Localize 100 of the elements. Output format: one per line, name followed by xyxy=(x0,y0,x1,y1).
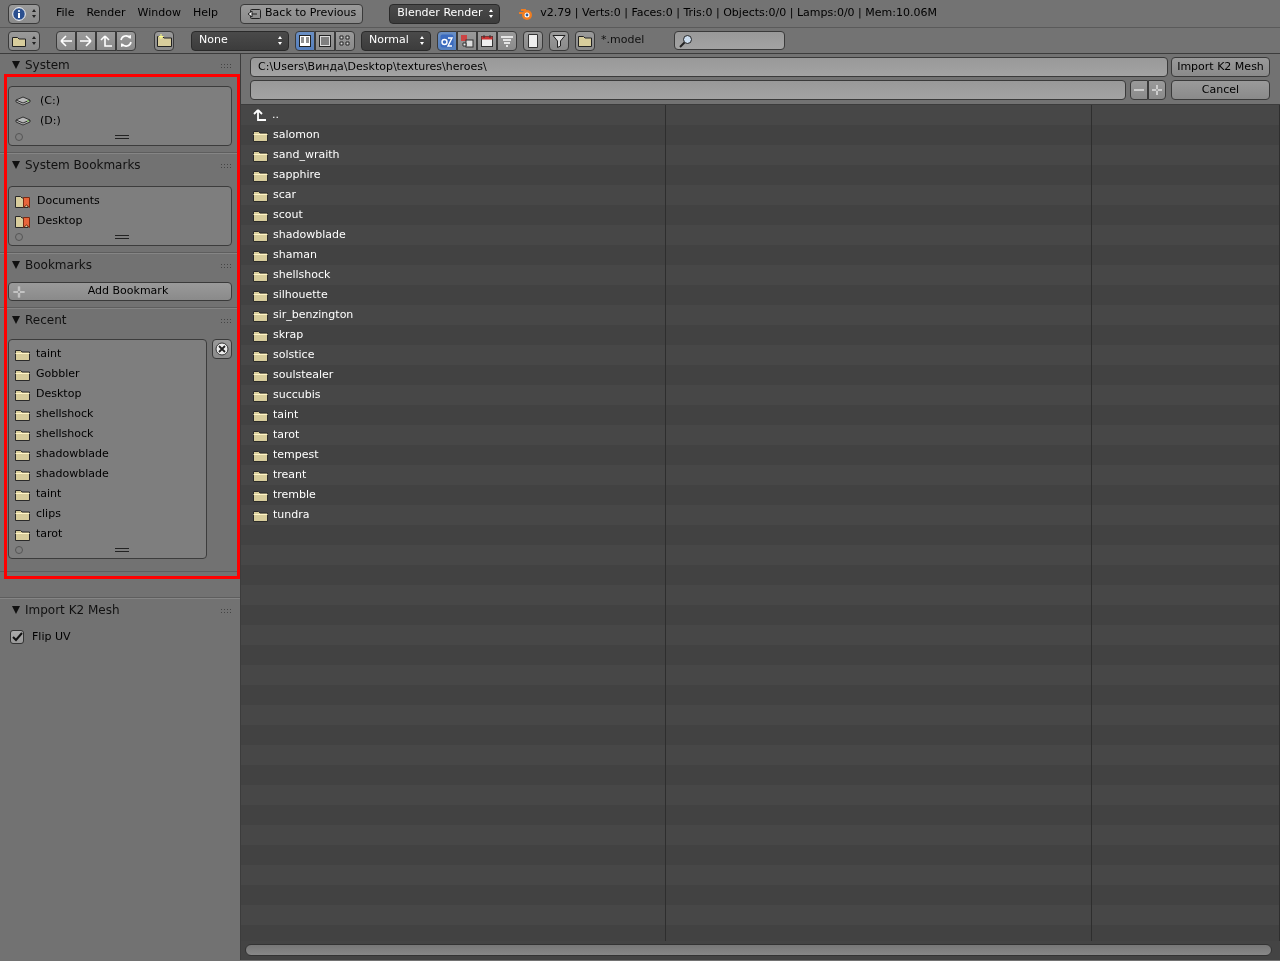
menu-item[interactable]: File xyxy=(50,5,81,22)
item-label: scout xyxy=(273,206,303,223)
panel-title: Bookmarks xyxy=(25,257,93,274)
folder-menu-button[interactable] xyxy=(8,30,40,51)
list-item[interactable]: (D:) xyxy=(15,111,225,131)
sort-mode-button[interactable] xyxy=(437,30,457,51)
folder-icon xyxy=(15,527,30,541)
list-item[interactable]: taint xyxy=(15,344,200,364)
filename-field[interactable] xyxy=(250,80,1126,100)
sort-mode-button[interactable] xyxy=(477,30,497,51)
disclosure-triangle-icon[interactable] xyxy=(12,316,20,324)
filter-folder-button[interactable] xyxy=(575,30,595,51)
directory-path-field[interactable]: C:\Users\Винда\Desktop\textures\heroes\ xyxy=(250,57,1169,77)
file-row[interactable]: scout xyxy=(241,205,665,225)
add-bookmark-button[interactable]: Add Bookmark xyxy=(8,282,232,301)
increment-button[interactable] xyxy=(1148,80,1167,100)
resize-handle-icon[interactable] xyxy=(115,135,129,139)
file-row[interactable]: succubis xyxy=(241,385,665,405)
import-button[interactable]: Import K2 Mesh xyxy=(1171,57,1270,77)
refresh-button[interactable] xyxy=(116,30,136,51)
file-row[interactable]: tundra xyxy=(241,505,665,525)
list-item[interactable]: shadowblade xyxy=(15,444,200,464)
blender-logo-icon xyxy=(518,6,535,21)
list-item[interactable]: clips xyxy=(15,504,200,524)
display-mode-button[interactable] xyxy=(295,30,315,51)
list-item[interactable]: Desktop xyxy=(15,384,200,404)
file-row[interactable]: taint xyxy=(241,405,665,425)
hide-dot-files-button[interactable] xyxy=(523,30,543,51)
resize-handle-icon[interactable] xyxy=(115,235,129,239)
calendar-icon xyxy=(480,33,494,48)
back-button[interactable] xyxy=(56,30,76,51)
horizontal-scrollbar[interactable] xyxy=(245,944,1272,956)
new-folder-button[interactable] xyxy=(154,30,174,51)
list-item[interactable]: taint xyxy=(15,484,200,504)
checkbox-option[interactable]: Flip UV xyxy=(10,627,230,647)
search-field[interactable] xyxy=(674,31,786,50)
file-row[interactable]: tarot xyxy=(241,425,665,445)
file-row[interactable]: soulstealer xyxy=(241,365,665,385)
file-row[interactable]: shaman xyxy=(241,245,665,265)
list-item[interactable]: (C:) xyxy=(15,91,225,111)
file-row[interactable]: silhouette xyxy=(241,285,665,305)
checkbox[interactable] xyxy=(10,630,24,644)
decrement-button[interactable] xyxy=(1130,80,1149,100)
grid-icon xyxy=(338,33,352,48)
file-row[interactable]: .. xyxy=(241,105,665,125)
file-row[interactable]: tempest xyxy=(241,445,665,465)
disclosure-triangle-icon[interactable] xyxy=(12,161,20,169)
file-row[interactable]: skrap xyxy=(241,325,665,345)
file-row[interactable]: sand_wraith xyxy=(241,145,665,165)
item-label: treant xyxy=(273,466,307,483)
filter-button[interactable] xyxy=(549,30,569,51)
menu-item[interactable]: Window xyxy=(131,5,187,22)
item-label: shaman xyxy=(273,246,317,263)
right-arrow-icon xyxy=(79,33,93,48)
panel-header[interactable]: System Bookmarks xyxy=(0,154,240,176)
file-row[interactable]: solstice xyxy=(241,345,665,365)
file-row[interactable]: scar xyxy=(241,185,665,205)
cancel-button[interactable]: Cancel xyxy=(1171,80,1270,100)
list-item[interactable]: Gobbler xyxy=(15,364,200,384)
list-item[interactable]: shellshock xyxy=(15,424,200,444)
sort-mode-button[interactable] xyxy=(457,30,477,51)
display-mode-button[interactable] xyxy=(315,30,335,51)
clear-recent-button[interactable] xyxy=(212,339,232,359)
list-item[interactable]: shadowblade xyxy=(15,464,200,484)
disclosure-triangle-icon[interactable] xyxy=(12,261,20,269)
parent-directory-button[interactable] xyxy=(96,30,116,51)
list-item[interactable]: Documents xyxy=(15,191,225,211)
file-row[interactable]: tremble xyxy=(241,485,665,505)
panel-header[interactable]: Bookmarks xyxy=(0,254,240,276)
editor-type-button[interactable] xyxy=(8,3,40,24)
panel-header[interactable]: Import K2 Mesh xyxy=(0,599,240,621)
recursion-dropdown[interactable]: None xyxy=(191,30,289,51)
panel-header[interactable]: Recent xyxy=(0,309,240,331)
file-row[interactable]: shellshock xyxy=(241,265,665,285)
file-row[interactable]: shadowblade xyxy=(241,225,665,245)
file-row[interactable]: treant xyxy=(241,465,665,485)
file-row[interactable]: sapphire xyxy=(241,165,665,185)
back-to-previous-button[interactable]: Back to Previous xyxy=(240,3,364,24)
display-size-dropdown[interactable]: Normal xyxy=(361,30,431,51)
item-label: (D:) xyxy=(40,112,61,129)
list-item[interactable]: shellshock xyxy=(15,404,200,424)
file-row[interactable]: salomon xyxy=(241,125,665,145)
render-engine-dropdown[interactable]: Blender Render xyxy=(389,3,501,24)
menu-item[interactable]: Render xyxy=(80,5,132,22)
panel-header[interactable]: System xyxy=(0,54,240,76)
file-row[interactable]: sir_benzington xyxy=(241,305,665,325)
disclosure-triangle-icon[interactable] xyxy=(12,606,20,614)
folder-icon xyxy=(15,487,30,501)
list-item[interactable]: Desktop xyxy=(15,211,225,231)
forward-button[interactable] xyxy=(76,30,96,51)
folder-icon xyxy=(253,488,268,502)
disk-drive-icon xyxy=(15,96,31,106)
bookmark-folder-icon xyxy=(15,194,31,208)
disclosure-triangle-icon[interactable] xyxy=(12,61,20,69)
menu-item[interactable]: Help xyxy=(186,5,225,22)
updown-icon xyxy=(487,8,496,19)
list-item[interactable]: tarot xyxy=(15,524,200,544)
item-label: shellshock xyxy=(36,405,94,422)
sort-mode-button[interactable] xyxy=(497,30,517,51)
resize-handle-icon[interactable] xyxy=(115,548,129,552)
